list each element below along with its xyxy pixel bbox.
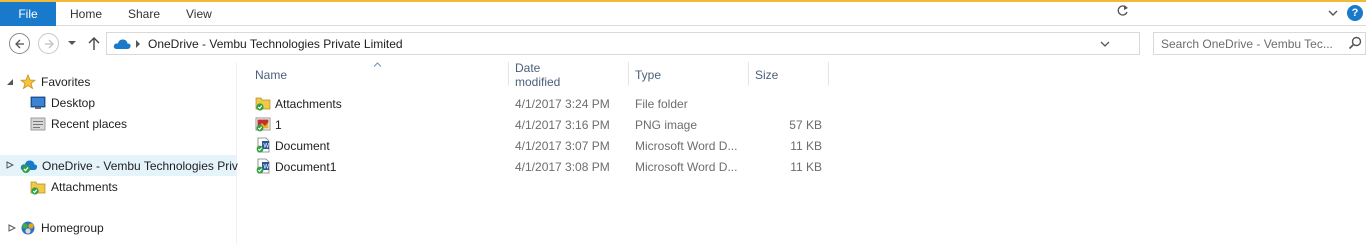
address-dropdown-chevron-icon[interactable] [1100,40,1110,48]
file-name: Document1 [275,159,337,174]
file-name: Document [275,138,330,153]
nav-item-onedrive[interactable]: OneDrive - Vembu Technologies Priv [20,156,238,176]
recent-places-icon [30,117,46,131]
file-type: Microsoft Word D... [635,159,738,174]
svg-text:W: W [263,143,269,150]
word-document-icon: W [256,158,270,174]
file-size: 11 KB [790,138,822,153]
back-button[interactable] [9,33,30,54]
address-path[interactable]: OneDrive - Vembu Technologies Private Li… [148,37,403,51]
refresh-icon[interactable] [1116,4,1129,17]
file-date-modified: 4/1/2017 3:24 PM [515,96,610,111]
nav-item-favorites[interactable]: Favorites [20,72,90,92]
tab-share[interactable]: Share [128,2,160,26]
folder-sync-icon [30,181,46,195]
ribbon: File Home Share View ? [0,0,1366,26]
file-row[interactable]: W Document1 4/1/2017 3:08 PM Microsoft W… [247,156,847,177]
word-document-icon: W [256,137,270,153]
navigation-pane: Favorites Desktop Recent places OneDrive… [0,62,238,244]
file-name: 1 [275,117,282,132]
search-input[interactable]: Search OneDrive - Vembu Tec... [1153,32,1366,55]
file-date-modified: 4/1/2017 3:07 PM [515,138,610,153]
onedrive-cloud-icon [113,39,131,49]
folder-sync-icon [255,97,271,111]
nav-item-homegroup[interactable]: Homegroup [20,218,104,238]
star-icon [20,74,36,90]
file-date-modified: 4/1/2017 3:08 PM [515,159,610,174]
file-type: Microsoft Word D... [635,138,738,153]
breadcrumb-separator-icon[interactable] [135,40,141,48]
column-header-name[interactable]: Name [255,62,287,87]
arrow-left-icon [14,39,24,48]
file-row[interactable]: Attachments 4/1/2017 3:24 PM File folder [247,93,847,114]
nav-label-homegroup: Homegroup [41,221,104,235]
column-header-size[interactable]: Size [755,62,778,87]
nav-item-desktop[interactable]: Desktop [30,93,95,113]
nav-label-desktop: Desktop [51,96,96,110]
expand-homegroup-icon[interactable] [8,224,16,232]
sort-ascending-caret-icon [373,62,382,67]
nav-label-onedrive: OneDrive - Vembu Technologies Priv [42,159,238,173]
file-name: Attachments [275,96,342,111]
column-divider[interactable] [828,62,829,86]
help-button[interactable]: ? [1347,5,1363,21]
tab-view[interactable]: View [186,2,212,26]
homegroup-icon [21,221,35,235]
onedrive-synced-icon [20,160,38,173]
file-size: 11 KB [790,159,822,174]
file-type: PNG image [635,117,698,132]
file-type: File folder [635,96,688,111]
search-placeholder: Search OneDrive - Vembu Tec... [1161,37,1333,51]
svg-text:W: W [263,164,269,171]
file-size [747,93,822,114]
recent-locations-chevron-icon[interactable] [67,39,77,47]
column-divider[interactable] [508,62,509,86]
nav-item-attachments[interactable]: Attachments [30,177,118,197]
column-header-date-modified[interactable]: Date modified [515,61,560,89]
tab-file[interactable]: File [0,2,56,26]
address-bar[interactable]: OneDrive - Vembu Technologies Private Li… [106,32,1218,55]
png-image-icon [255,117,271,132]
collapse-onedrive-icon[interactable] [6,161,14,169]
collapse-favorites-icon[interactable] [6,78,14,86]
up-arrow-icon[interactable] [87,35,101,51]
search-icon[interactable] [1348,36,1362,50]
file-size: 57 KB [789,117,822,132]
forward-button[interactable] [38,33,59,54]
file-row[interactable]: W Document 4/1/2017 3:07 PM Microsoft Wo… [247,135,847,156]
nav-label-favorites: Favorites [41,75,91,89]
desktop-icon [30,96,46,109]
expand-ribbon-chevron-icon[interactable] [1326,6,1340,20]
file-row[interactable]: 1 4/1/2017 3:16 PM PNG image 57 KB [247,114,847,135]
file-date-modified: 4/1/2017 3:16 PM [515,117,610,132]
column-divider[interactable] [748,62,749,86]
nav-label-recent-places: Recent places [51,117,128,131]
tab-home[interactable]: Home [70,2,102,26]
column-header-type[interactable]: Type [635,62,661,87]
column-divider[interactable] [628,62,629,86]
nav-item-recent-places[interactable]: Recent places [30,114,127,134]
arrow-right-icon [44,39,54,48]
nav-label-attachments: Attachments [51,180,118,194]
